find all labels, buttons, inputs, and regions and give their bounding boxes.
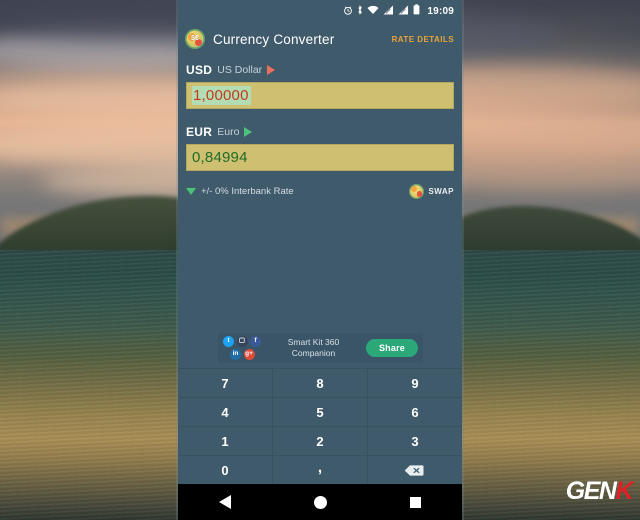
android-nav-bar bbox=[178, 484, 462, 520]
key-4[interactable]: 4 bbox=[178, 398, 272, 426]
swap-label: SWAP bbox=[428, 186, 454, 196]
phone-screen: 19:09 $€ Currency Converter RATE DETAILS… bbox=[178, 0, 462, 520]
instagram-icon[interactable]: ▢ bbox=[236, 336, 248, 347]
from-currency-name: US Dollar bbox=[217, 64, 263, 76]
triangle-right-icon bbox=[244, 127, 253, 137]
backspace-icon bbox=[404, 464, 427, 477]
key-5[interactable]: 5 bbox=[273, 398, 367, 426]
key-3[interactable]: 3 bbox=[368, 427, 462, 455]
to-amount-input[interactable]: 0,84994 bbox=[186, 144, 454, 171]
battery-icon bbox=[413, 2, 420, 20]
watermark-text-gen: GEN bbox=[565, 477, 617, 505]
signal-icon-2 bbox=[398, 2, 409, 20]
share-card-title-line1: Smart Kit 360 bbox=[287, 336, 340, 347]
to-amount-value: 0,84994 bbox=[192, 149, 248, 166]
rate-row: +/- 0% Interbank Rate SWAP bbox=[178, 180, 462, 202]
key-decimal-comma[interactable]: , bbox=[273, 456, 367, 484]
app-bar: $€ Currency Converter RATE DETAILS bbox=[178, 22, 462, 56]
genk-watermark: GENK bbox=[565, 477, 634, 505]
from-currency-code: USD bbox=[186, 63, 213, 77]
app-title: Currency Converter bbox=[213, 31, 335, 47]
key-8[interactable]: 8 bbox=[273, 369, 367, 397]
rate-details-link[interactable]: RATE DETAILS bbox=[392, 35, 454, 44]
status-bar: 19:09 bbox=[178, 0, 462, 22]
interbank-rate-label[interactable]: +/- 0% Interbank Rate bbox=[201, 186, 294, 197]
key-0[interactable]: 0 bbox=[178, 456, 272, 484]
key-1[interactable]: 1 bbox=[178, 427, 272, 455]
app-content: $€ Currency Converter RATE DETAILS USD U… bbox=[178, 22, 462, 368]
key-backspace[interactable] bbox=[368, 456, 462, 484]
linkedin-icon[interactable]: in bbox=[230, 349, 241, 360]
signal-icon-1 bbox=[383, 2, 394, 20]
wifi-icon bbox=[367, 2, 379, 20]
key-7[interactable]: 7 bbox=[178, 369, 272, 397]
numeric-keypad: 7 8 9 4 5 6 1 2 3 0 , bbox=[178, 368, 462, 484]
to-currency-name: Euro bbox=[217, 126, 240, 138]
currency-converter-logo-icon: $€ bbox=[185, 29, 205, 49]
nav-recents-icon[interactable] bbox=[409, 496, 421, 508]
triangle-down-icon[interactable] bbox=[186, 187, 196, 195]
share-card: t ▢ f in g+ Smart Kit 360 Companion Shar… bbox=[218, 333, 423, 363]
triangle-right-icon bbox=[267, 65, 276, 75]
share-button[interactable]: Share bbox=[365, 339, 418, 357]
facebook-icon[interactable]: f bbox=[250, 336, 261, 347]
social-buttons: t ▢ f in g+ bbox=[223, 336, 261, 360]
nav-back-icon[interactable] bbox=[219, 495, 232, 509]
watermark-text-k: K bbox=[615, 477, 633, 505]
to-currency-selector[interactable]: EUR Euro bbox=[186, 123, 454, 141]
key-2[interactable]: 2 bbox=[273, 427, 367, 455]
swap-currency-icon bbox=[409, 183, 425, 199]
share-card-title: Smart Kit 360 Companion bbox=[261, 337, 366, 360]
from-currency-selector[interactable]: USD US Dollar bbox=[186, 61, 454, 79]
status-bar-clock: 19:09 bbox=[427, 5, 454, 17]
to-currency-code: EUR bbox=[186, 125, 213, 139]
from-amount-input[interactable]: 1,00000 bbox=[186, 82, 454, 109]
bluetooth-icon bbox=[357, 2, 363, 20]
wallpaper-seam-right bbox=[462, 0, 464, 520]
swap-button[interactable]: SWAP bbox=[409, 183, 454, 199]
key-6[interactable]: 6 bbox=[368, 398, 462, 426]
nav-home-icon[interactable] bbox=[313, 495, 327, 509]
converter-fields: USD US Dollar 1,00000 EUR Euro 0,84994 bbox=[178, 61, 462, 171]
key-9[interactable]: 9 bbox=[368, 369, 462, 397]
alarm-icon bbox=[343, 2, 353, 20]
from-amount-value: 1,00000 bbox=[192, 86, 251, 105]
twitter-icon[interactable]: t bbox=[223, 336, 234, 347]
googleplus-icon[interactable]: g+ bbox=[243, 349, 255, 360]
share-card-title-line2: Companion bbox=[291, 348, 336, 358]
